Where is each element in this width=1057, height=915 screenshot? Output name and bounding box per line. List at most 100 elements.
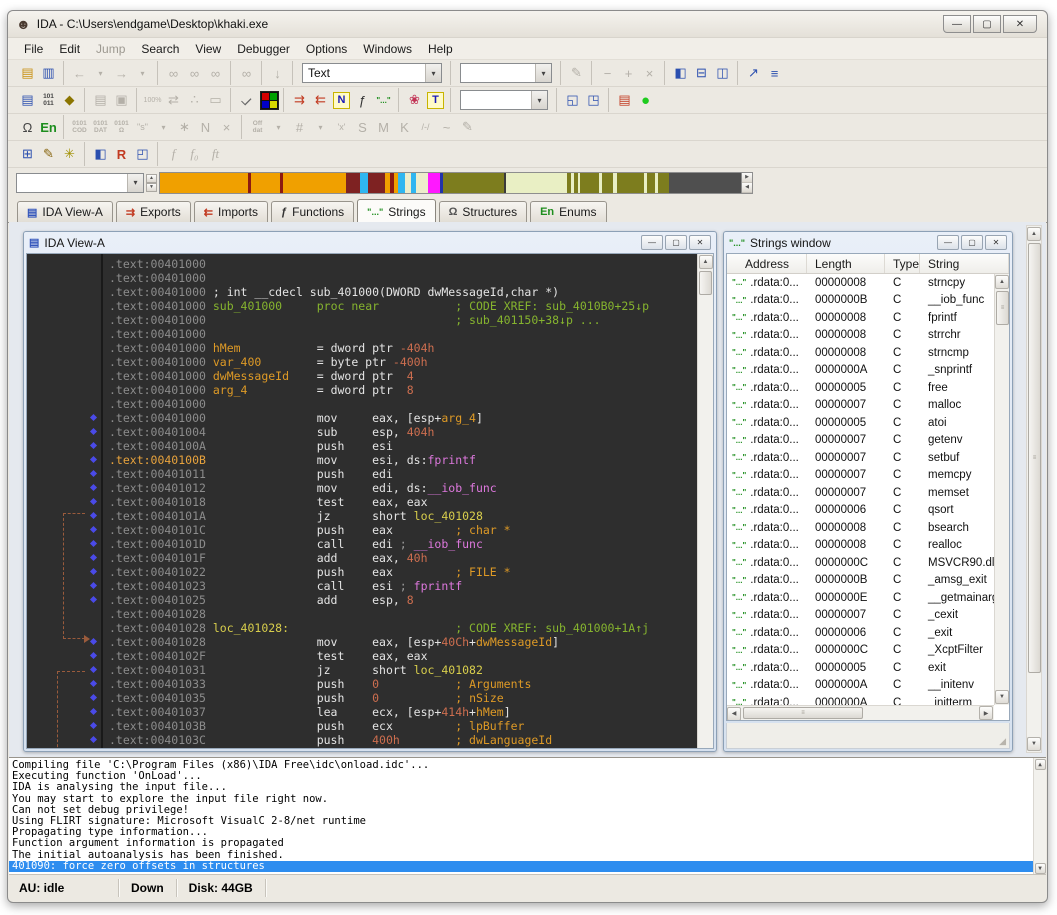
forward-dropdown-icon[interactable]: ▾: [132, 63, 153, 84]
menu-help[interactable]: Help: [420, 39, 461, 59]
dropdown-arrow-icon[interactable]: ▾: [535, 64, 551, 82]
maximize-button[interactable]: ▢: [973, 15, 1001, 33]
close-button[interactable]: ✕: [1003, 15, 1037, 33]
band-scroll-left-icon[interactable]: ◀: [742, 183, 752, 193]
table-row[interactable]: "...".rdata:0...0000000BC_amsg_exit: [727, 572, 994, 590]
hex-view-icon[interactable]: ◆: [59, 90, 80, 111]
names-icon[interactable]: N: [333, 92, 350, 109]
types-icon[interactable]: T: [427, 92, 444, 109]
strings-icon[interactable]: "...": [373, 90, 394, 111]
snapshot-flower-icon[interactable]: ❀: [404, 90, 425, 111]
scroll-up-icon[interactable]: ▲: [699, 255, 713, 269]
search-binary-icon[interactable]: ∞: [205, 63, 226, 84]
print-icon[interactable]: ▭: [205, 90, 226, 111]
window-select-combo[interactable]: ▾: [460, 90, 548, 110]
asm-line[interactable]: .text:00401028: [109, 607, 697, 621]
column-header-length[interactable]: Length: [807, 254, 885, 273]
asm-line[interactable]: .text:00401000var_400 = byte ptr -400h: [109, 355, 697, 369]
table-row[interactable]: "...".rdata:0...00000005Catoi: [727, 414, 994, 432]
manual-operand-icon[interactable]: ✎: [457, 117, 478, 138]
open-file-icon[interactable]: ▤: [17, 63, 38, 84]
forward-icon[interactable]: →: [111, 63, 132, 84]
table-row[interactable]: "...".rdata:0...00000005Cexit: [727, 659, 994, 677]
output-line[interactable]: Function argument information is propaga…: [12, 838, 1032, 849]
dropdown-arrow-icon[interactable]: ▾: [531, 91, 547, 109]
strings-title-bar[interactable]: "..." Strings window — ▢ ✕: [724, 232, 1012, 253]
number-icon[interactable]: #: [289, 117, 310, 138]
structures-icon[interactable]: Ω: [17, 117, 38, 138]
strings-maximize-button[interactable]: ▢: [961, 235, 983, 250]
asm-line[interactable]: .text:00401000: [109, 397, 697, 411]
scroll-up-icon[interactable]: ▲: [1027, 227, 1041, 241]
navband-combo[interactable]: ▾: [16, 173, 144, 193]
asm-line[interactable]: .text:00401035 push 0 ; nSize: [109, 691, 697, 705]
table-row[interactable]: "...".rdata:0...00000008Cstrncmp: [727, 344, 994, 362]
add-icon[interactable]: +: [618, 63, 639, 84]
menu-windows[interactable]: Windows: [355, 39, 420, 59]
delete-icon[interactable]: ×: [639, 63, 660, 84]
asm-line[interactable]: .text:00401037 lea ecx, [esp+414h+hMem]: [109, 705, 697, 719]
table-row[interactable]: "...".rdata:0...0000000AC__initenv: [727, 677, 994, 695]
make-string-icon[interactable]: "s": [132, 117, 153, 138]
close-window-icon[interactable]: ◳: [583, 90, 604, 111]
search-direction-combo[interactable]: Text▾: [302, 63, 442, 83]
segments-icon[interactable]: ▤: [90, 90, 111, 111]
number-dropdown-icon[interactable]: ▾: [310, 117, 331, 138]
edit-pencil-icon[interactable]: ✎: [566, 63, 587, 84]
make-array-icon[interactable]: ∗: [174, 117, 195, 138]
asm-line[interactable]: .text:00401025 add esp, 8: [109, 593, 697, 607]
resize-grip-icon[interactable]: ◢: [999, 736, 1006, 747]
table-row[interactable]: "...".rdata:0...00000008Crealloc: [727, 537, 994, 555]
asm-line[interactable]: .text:00401023 call esi ; fprintf: [109, 579, 697, 593]
plugins-gears-icon[interactable]: ✳: [59, 144, 80, 165]
output-scrollbar[interactable]: ▲ ▼: [1033, 758, 1046, 875]
dropdown-arrow-icon[interactable]: ▾: [127, 174, 143, 192]
window-activate-icon[interactable]: ↗: [743, 63, 764, 84]
spin-up-icon[interactable]: ▲: [146, 174, 157, 183]
ida-view-window[interactable]: ▤ IDA View-A — ▢ ✕ .text:00401000.text:0…: [23, 231, 717, 752]
colors-palette-icon[interactable]: [260, 91, 279, 110]
asm-line[interactable]: .text:00401022 push eax ; FILE *: [109, 565, 697, 579]
column-header-string[interactable]: String: [920, 254, 1009, 273]
table-row[interactable]: "...".rdata:0...00000007Csetbuf: [727, 449, 994, 467]
disassembly-pane[interactable]: .text:00401000.text:00401000.text:004010…: [26, 253, 714, 749]
table-row[interactable]: "...".rdata:0...00000006Cqsort: [727, 502, 994, 520]
scroll-down-icon[interactable]: ▼: [1027, 737, 1041, 751]
functions-icon[interactable]: ƒ: [352, 90, 373, 111]
asm-line[interactable]: .text:00401028 mov eax, [esp+40Ch+dwMess…: [109, 635, 697, 649]
table-row[interactable]: "...".rdata:0...0000000AC_snprintf: [727, 362, 994, 380]
dropdown-arrow-icon[interactable]: ▾: [425, 64, 441, 82]
table-row[interactable]: "...".rdata:0...00000008Cfprintf: [727, 309, 994, 327]
make-data-icon[interactable]: 0101DAT: [90, 117, 111, 138]
asm-line[interactable]: .text:00401031 jz short loc_401082: [109, 663, 697, 677]
asm-line[interactable]: .text:0040101D call edi ; __iob_func: [109, 537, 697, 551]
asm-line[interactable]: .text:0040100B mov esi, ds:fprintf: [109, 453, 697, 467]
output-window[interactable]: ▲ ▼ Compiling file 'C:\Program Files (x8…: [9, 757, 1046, 875]
strings-hscrollbar[interactable]: ◀ ≡ ▶: [727, 705, 994, 720]
scroll-up-icon[interactable]: ▲: [1035, 759, 1046, 770]
asm-line[interactable]: .text:0040103B push ecx ; lpBuffer: [109, 719, 697, 733]
disassembly-listing[interactable]: .text:00401000.text:00401000.text:004010…: [105, 254, 697, 748]
search-text-icon[interactable]: ∞: [236, 63, 257, 84]
scroll-left-icon[interactable]: ◀: [727, 707, 741, 721]
make-code-icon[interactable]: 0101COD: [69, 117, 90, 138]
run-analysis-icon[interactable]: ●: [635, 90, 656, 111]
ida-maximize-button[interactable]: ▢: [665, 235, 687, 250]
tab-imports[interactable]: ⇇Imports: [194, 201, 268, 222]
asm-line[interactable]: .text:0040101A jz short loc_401028: [109, 509, 697, 523]
strings-scrollbar[interactable]: ▲ ≡ ▼: [994, 274, 1009, 705]
enums-icon[interactable]: En: [38, 117, 59, 138]
save-file-icon[interactable]: ▥: [38, 63, 59, 84]
table-row[interactable]: "...".rdata:0...0000000EC__getmainargs: [727, 589, 994, 607]
undefine-icon[interactable]: ×: [216, 117, 237, 138]
tab-enums[interactable]: EnEnums: [530, 201, 606, 222]
char-icon[interactable]: 'x': [331, 117, 352, 138]
strings-minimize-button[interactable]: —: [937, 235, 959, 250]
remove-icon[interactable]: −: [597, 63, 618, 84]
scroll-up-icon[interactable]: ▲: [995, 275, 1009, 289]
asm-line[interactable]: .text:00401000dwMessageId = dword ptr 4: [109, 369, 697, 383]
asm-line[interactable]: .text:00401018 test eax, eax: [109, 495, 697, 509]
menu-edit[interactable]: Edit: [51, 39, 88, 59]
string-dropdown-icon[interactable]: ▾: [153, 117, 174, 138]
table-row[interactable]: "...".rdata:0...00000005Cfree: [727, 379, 994, 397]
